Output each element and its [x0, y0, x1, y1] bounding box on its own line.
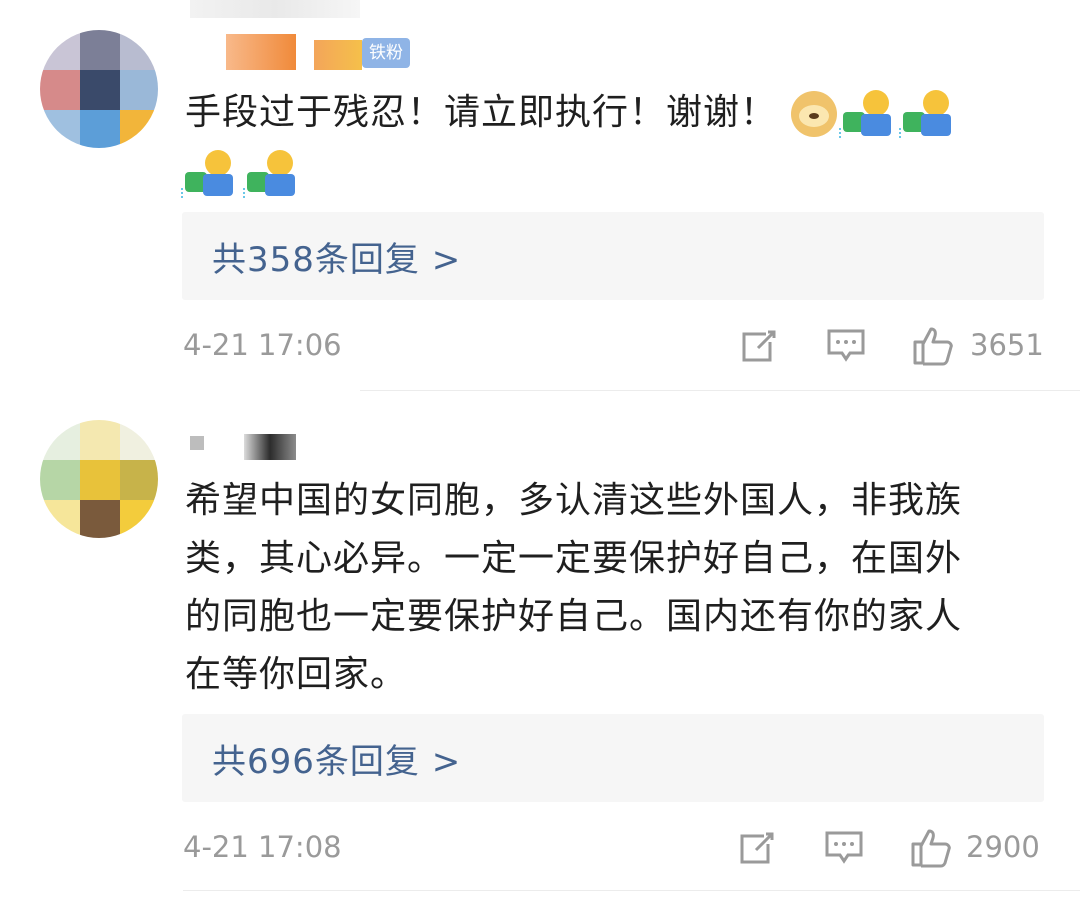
- comment-emoji-row: [181, 144, 1045, 202]
- like-count: 2900: [966, 830, 1040, 864]
- comment-divider: [183, 890, 1080, 891]
- comment-divider: [360, 390, 1080, 391]
- view-replies-label: 共358条回复 >: [212, 240, 462, 280]
- avatar[interactable]: [40, 420, 158, 538]
- doge-icon: [791, 91, 838, 137]
- comment-item: 希望中国的女同胞，多认清这些外国人，非我族 类，其心必异。一定一定要保护好自己，…: [0, 400, 1080, 903]
- comment-text-line: 手段过于残忍！请立即执行！谢谢！: [185, 92, 778, 133]
- comment-text-line: 在等你回家。: [185, 654, 408, 695]
- watering-icon: [899, 90, 957, 138]
- comment-text-line: 类，其心必异。一定一定要保护好自己，在国外: [185, 538, 963, 579]
- fan-badge: 铁粉: [362, 38, 410, 68]
- view-replies-button[interactable]: 共358条回复 >: [182, 212, 1044, 300]
- comment-icon[interactable]: [826, 328, 866, 364]
- comment-text-line: 的同胞也一定要保护好自己。国内还有你的家人: [185, 596, 963, 637]
- avatar[interactable]: [40, 30, 158, 148]
- view-replies-button[interactable]: 共696条回复 >: [182, 714, 1044, 802]
- comment-text: 手段过于残忍！请立即执行！谢谢！: [185, 84, 1045, 142]
- share-icon[interactable]: [736, 828, 776, 868]
- like-icon[interactable]: [910, 826, 952, 868]
- watering-icon: [181, 150, 239, 198]
- share-icon[interactable]: [738, 326, 778, 366]
- username-redacted: [314, 40, 362, 70]
- view-replies-label: 共696条回复 >: [212, 742, 462, 782]
- comment-icon[interactable]: [824, 830, 864, 866]
- timestamp: 4-21 17:08: [183, 830, 342, 864]
- like-count: 3651: [970, 328, 1044, 362]
- comment-item: 铁粉 手段过于残忍！请立即执行！谢谢！ 共358条回复 > 4-21 17:06…: [0, 0, 1080, 390]
- watering-icon: [243, 150, 301, 198]
- username-redacted[interactable]: [226, 34, 296, 70]
- like-icon[interactable]: [912, 324, 954, 366]
- username-redacted: [244, 434, 296, 460]
- watering-icon: [839, 90, 897, 138]
- comment-text: 希望中国的女同胞，多认清这些外国人，非我族 类，其心必异。一定一定要保护好自己，…: [185, 472, 1045, 704]
- username-redacted[interactable]: [190, 436, 204, 450]
- comment-text-line: 希望中国的女同胞，多认清这些外国人，非我族: [185, 480, 963, 521]
- timestamp: 4-21 17:06: [183, 328, 342, 362]
